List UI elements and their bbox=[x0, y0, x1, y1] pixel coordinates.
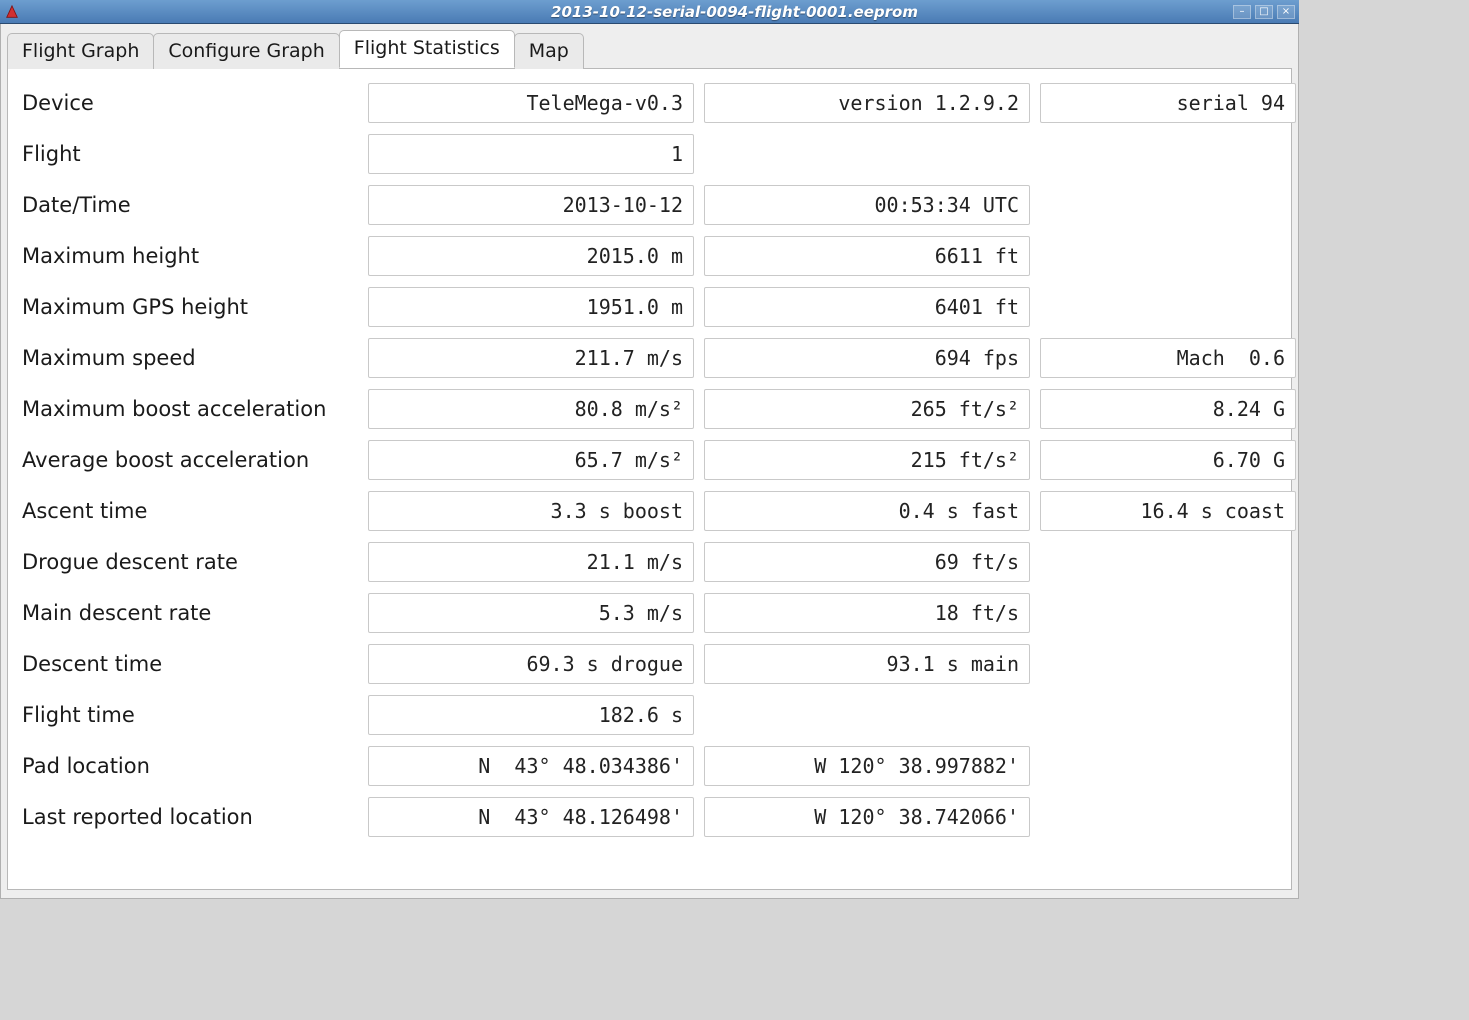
stat-value: 6.70 G bbox=[1040, 440, 1296, 480]
stat-row: Date/Time 2013-10-1200:53:34 UTC bbox=[18, 185, 1281, 225]
stat-value: N 43° 48.126498' bbox=[368, 797, 694, 837]
stat-value: 80.8 m/s² bbox=[368, 389, 694, 429]
stat-value: 2015.0 m bbox=[368, 236, 694, 276]
stat-value: 5.3 m/s bbox=[368, 593, 694, 633]
stat-label: Maximum height bbox=[18, 244, 358, 268]
tab-configure-graph[interactable]: Configure Graph bbox=[153, 33, 339, 69]
stat-label: Maximum speed bbox=[18, 346, 358, 370]
stat-label: Device bbox=[18, 91, 358, 115]
tab-map[interactable]: Map bbox=[514, 33, 584, 69]
close-button[interactable]: × bbox=[1277, 5, 1295, 19]
stat-value: 69 ft/s bbox=[704, 542, 1030, 582]
stat-value: serial 94 bbox=[1040, 83, 1296, 123]
stat-label: Main descent rate bbox=[18, 601, 358, 625]
stat-row: Drogue descent rate 21.1 m/s69 ft/s bbox=[18, 542, 1281, 582]
window-titlebar: 2013-10-12-serial-0094-flight-0001.eepro… bbox=[0, 0, 1299, 24]
stat-value: version 1.2.9.2 bbox=[704, 83, 1030, 123]
tab-flight-graph[interactable]: Flight Graph bbox=[7, 33, 154, 69]
stat-value: 694 fps bbox=[704, 338, 1030, 378]
stat-row: Average boost acceleration 65.7 m/s²215 f… bbox=[18, 440, 1281, 480]
stat-value: TeleMega-v0.3 bbox=[368, 83, 694, 123]
stat-value: W 120° 38.997882' bbox=[704, 746, 1030, 786]
stat-value: 69.3 s drogue bbox=[368, 644, 694, 684]
stat-row: Last reported location N 43° 48.126498'W … bbox=[18, 797, 1281, 837]
work-area: Flight Graph Configure Graph Flight Stat… bbox=[0, 24, 1299, 899]
stat-value: 16.4 s coast bbox=[1040, 491, 1296, 531]
stat-row: Maximum speed211.7 m/s694 fpsMach 0.6 bbox=[18, 338, 1281, 378]
stat-value: 21.1 m/s bbox=[368, 542, 694, 582]
stat-value: 0.4 s fast bbox=[704, 491, 1030, 531]
tab-strip: Flight Graph Configure Graph Flight Stat… bbox=[1, 30, 1298, 68]
stat-row: Ascent time3.3 s boost0.4 s fast16.4 s c… bbox=[18, 491, 1281, 531]
stat-value: 00:53:34 UTC bbox=[704, 185, 1030, 225]
stat-value: 182.6 s bbox=[368, 695, 694, 735]
stat-value: 265 ft/s² bbox=[704, 389, 1030, 429]
app-icon bbox=[4, 4, 20, 20]
stat-label: Average boost acceleration bbox=[18, 448, 358, 472]
stat-value: Mach 0.6 bbox=[1040, 338, 1296, 378]
stat-label: Last reported location bbox=[18, 805, 358, 829]
stat-value: 93.1 s main bbox=[704, 644, 1030, 684]
stat-row: Descent time 69.3 s drogue93.1 s main bbox=[18, 644, 1281, 684]
stat-value: N 43° 48.034386' bbox=[368, 746, 694, 786]
stat-value: 3.3 s boost bbox=[368, 491, 694, 531]
stat-value: 1951.0 m bbox=[368, 287, 694, 327]
stat-row: Maximum boost acceleration 80.8 m/s²265 f… bbox=[18, 389, 1281, 429]
stat-value: W 120° 38.742066' bbox=[704, 797, 1030, 837]
stat-value: 8.24 G bbox=[1040, 389, 1296, 429]
stat-row: Flight 1 bbox=[18, 134, 1281, 174]
stat-value: 211.7 m/s bbox=[368, 338, 694, 378]
stat-label: Pad location bbox=[18, 754, 358, 778]
stat-label: Date/Time bbox=[18, 193, 358, 217]
stat-label: Flight time bbox=[18, 703, 358, 727]
stat-label: Maximum GPS height bbox=[18, 295, 358, 319]
stat-value: 65.7 m/s² bbox=[368, 440, 694, 480]
stat-row: Maximum height 2015.0 m6611 ft bbox=[18, 236, 1281, 276]
stat-label: Maximum boost acceleration bbox=[18, 397, 358, 421]
maximize-button[interactable]: □ bbox=[1255, 5, 1273, 19]
tab-flight-statistics[interactable]: Flight Statistics bbox=[339, 30, 515, 68]
flight-statistics-panel: DeviceTeleMega-v0.3version 1.2.9.2serial… bbox=[7, 68, 1292, 890]
stat-row: Flight time 182.6 s bbox=[18, 695, 1281, 735]
stat-value: 6401 ft bbox=[704, 287, 1030, 327]
minimize-button[interactable]: – bbox=[1233, 5, 1251, 19]
stat-label: Descent time bbox=[18, 652, 358, 676]
stat-label: Drogue descent rate bbox=[18, 550, 358, 574]
stat-label: Flight bbox=[18, 142, 358, 166]
stat-row: Main descent rate 5.3 m/s18 ft/s bbox=[18, 593, 1281, 633]
stat-value: 2013-10-12 bbox=[368, 185, 694, 225]
stat-value: 215 ft/s² bbox=[704, 440, 1030, 480]
stat-value: 18 ft/s bbox=[704, 593, 1030, 633]
stat-label: Ascent time bbox=[18, 499, 358, 523]
stat-row: DeviceTeleMega-v0.3version 1.2.9.2serial… bbox=[18, 83, 1281, 123]
stat-row: Maximum GPS height 1951.0 m6401 ft bbox=[18, 287, 1281, 327]
stat-value: 6611 ft bbox=[704, 236, 1030, 276]
stats-rows: DeviceTeleMega-v0.3version 1.2.9.2serial… bbox=[18, 83, 1281, 837]
stat-value: 1 bbox=[368, 134, 694, 174]
stat-row: Pad location N 43° 48.034386'W 120° 38.99… bbox=[18, 746, 1281, 786]
